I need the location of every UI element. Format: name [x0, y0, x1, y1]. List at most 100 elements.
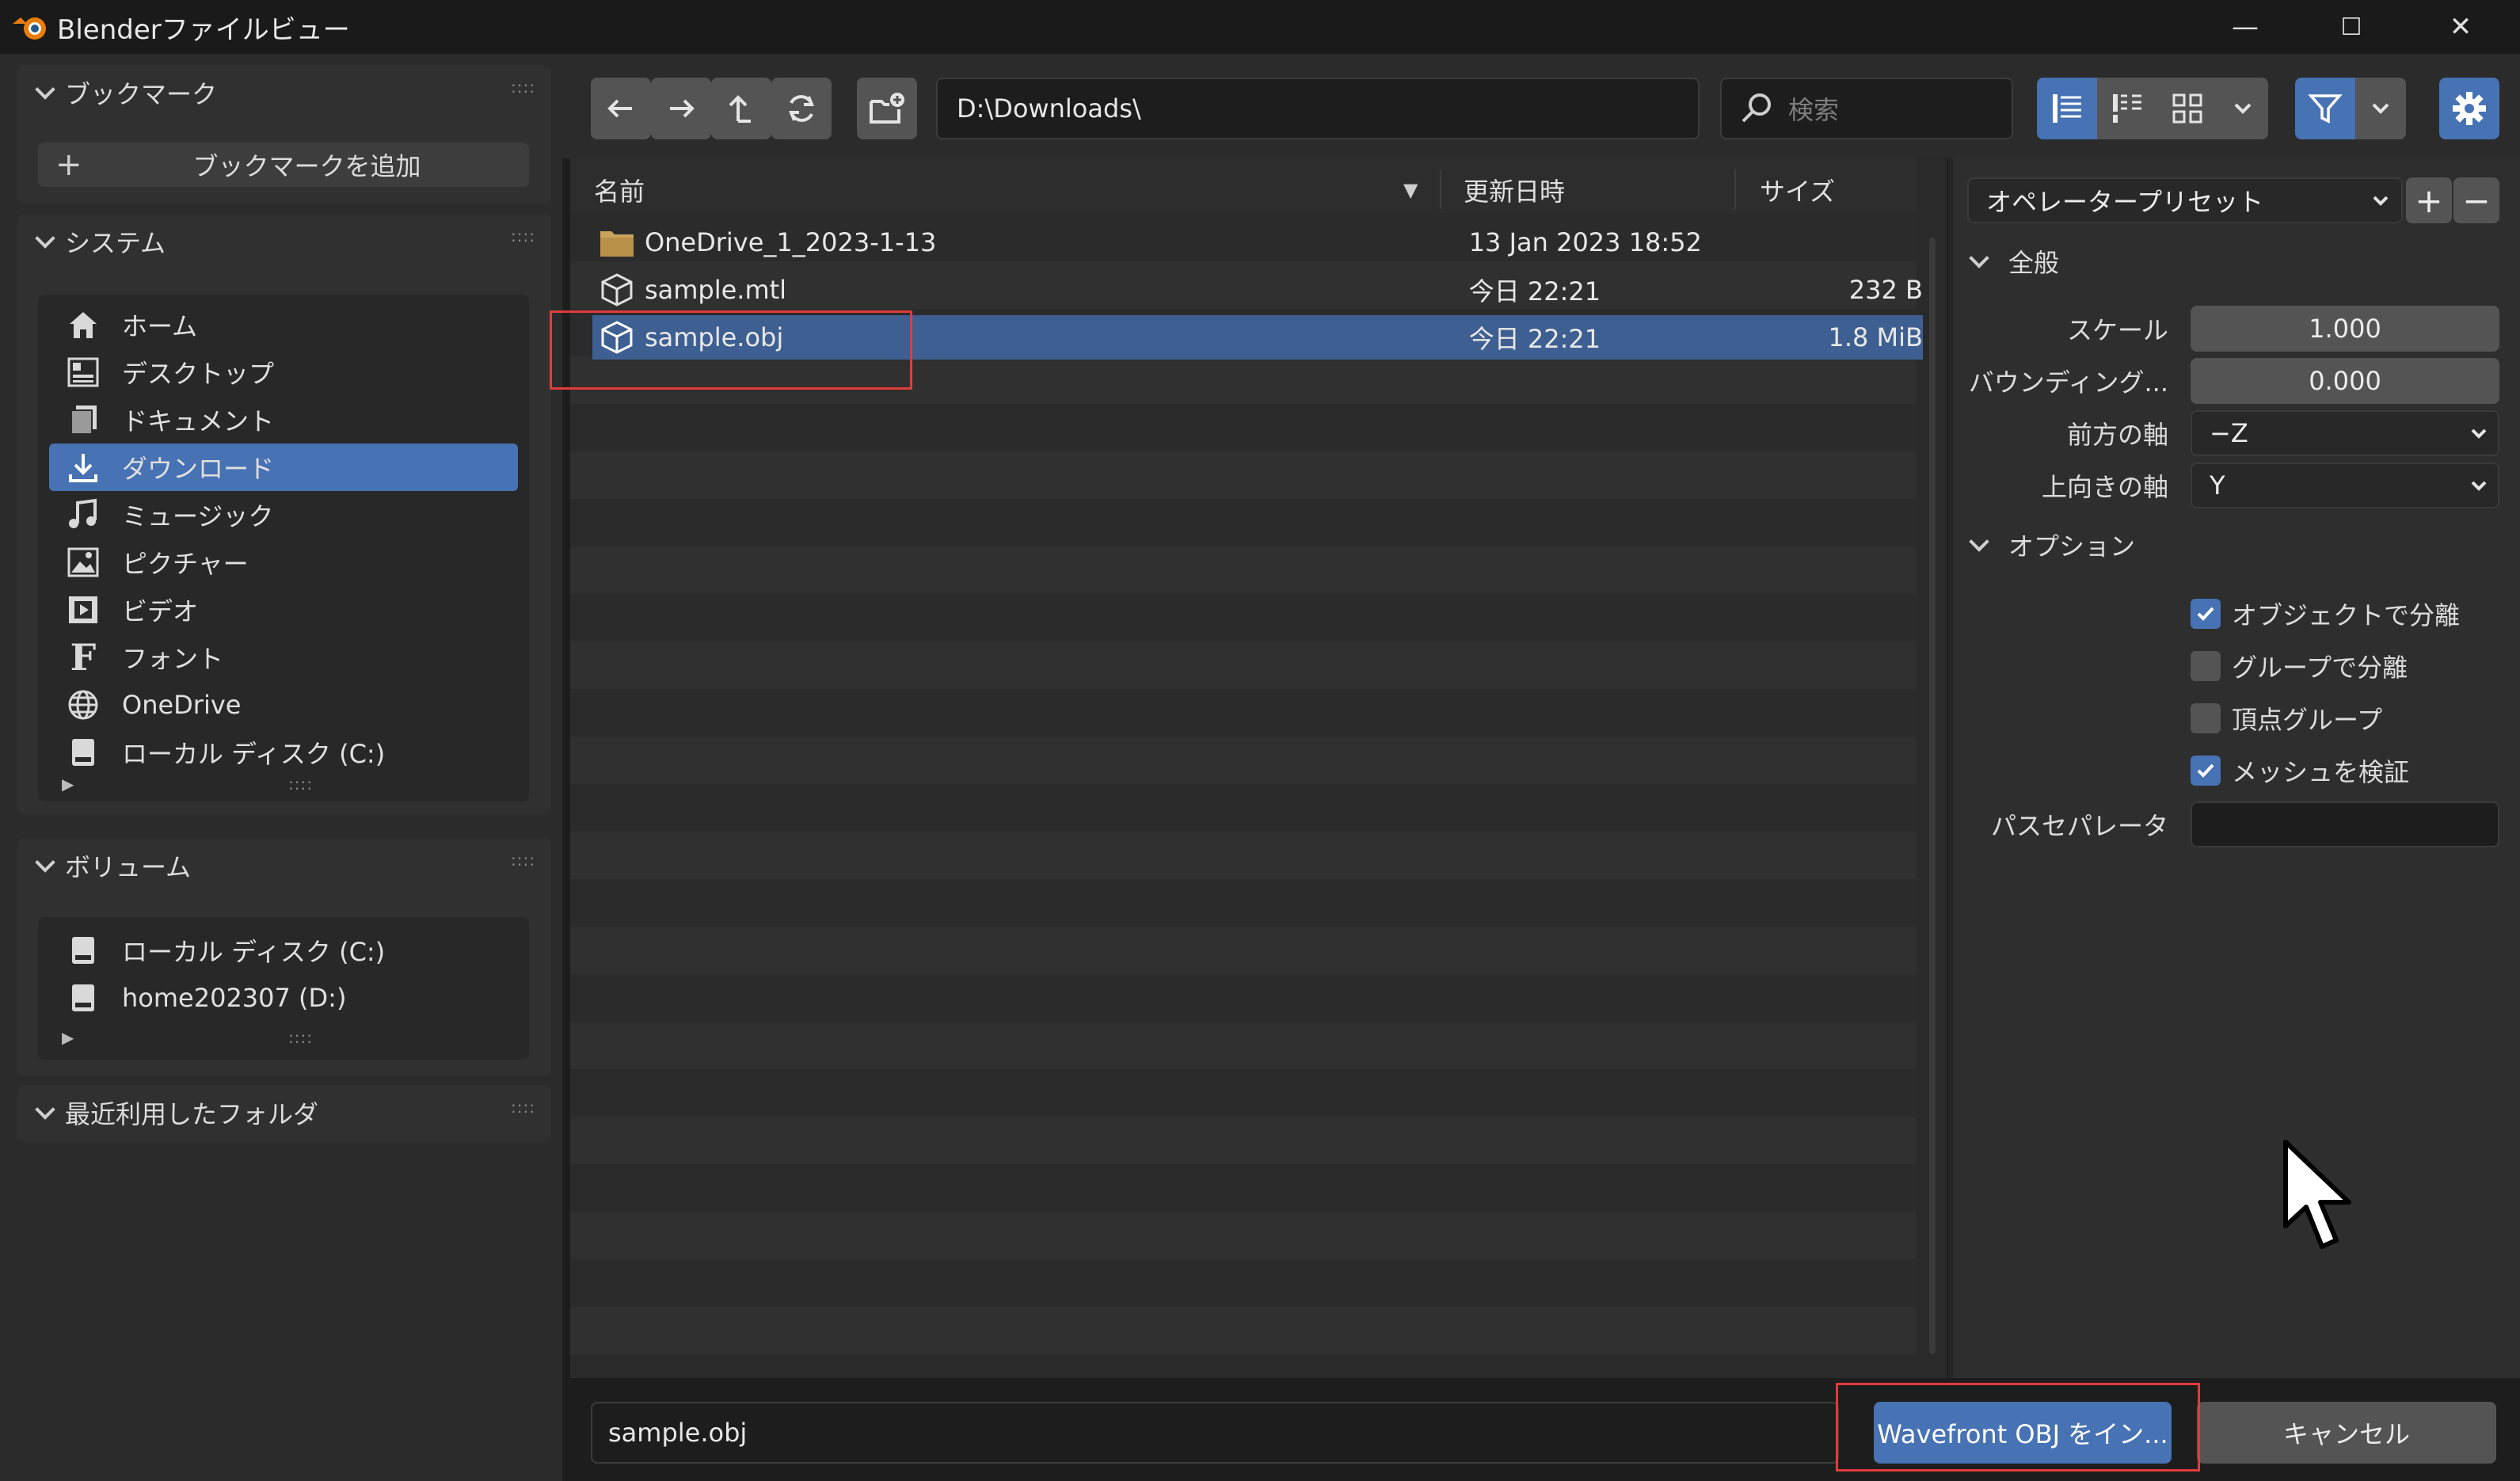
add-bookmark-button[interactable]: + ブックマークを追加: [38, 143, 529, 187]
column-header-size[interactable]: サイズ: [1760, 166, 1835, 214]
resize-grip-icon[interactable]: ::::: [288, 775, 313, 794]
sidebar-item-pictures[interactable]: ピクチャー: [49, 539, 518, 586]
arrow-up-icon: [729, 95, 751, 123]
settings-button[interactable]: [2439, 78, 2499, 139]
close-button[interactable]: ✕: [2417, 0, 2504, 54]
forward-button[interactable]: [651, 78, 711, 139]
file-row-onedrive-folder[interactable]: OneDrive_1_2023-1-13 13 Jan 2023 18:52: [592, 220, 1923, 265]
expand-arrow-icon[interactable]: ▶: [62, 1028, 74, 1047]
volume-item-local-disk-c[interactable]: ローカル ディスク (C:): [49, 927, 518, 974]
file-row-sample-mtl[interactable]: sample.mtl 今日 22:21 232 B: [592, 268, 1923, 312]
refresh-button[interactable]: [771, 78, 832, 139]
general-section-header[interactable]: 全般: [1967, 238, 2059, 285]
new-folder-button[interactable]: [857, 78, 917, 139]
remove-preset-button[interactable]: −: [2453, 177, 2499, 223]
sidebar-item-documents[interactable]: ドキュメント: [49, 396, 518, 444]
maximize-button[interactable]: ☐: [2308, 0, 2395, 54]
chevron-down-icon: [2471, 481, 2487, 491]
column-divider[interactable]: [1734, 169, 1736, 209]
thumbnail-view-button[interactable]: [2157, 78, 2217, 139]
vertex-groups-checkbox[interactable]: 頂点グループ: [2191, 700, 2382, 737]
sort-descending-icon[interactable]: ▼: [1403, 166, 1418, 214]
scale-field[interactable]: 1.000: [2191, 306, 2499, 352]
disk-icon: [65, 932, 101, 969]
scale-label: スケール: [2066, 315, 2168, 345]
expand-arrow-icon[interactable]: ▶: [62, 775, 74, 794]
grip-icon[interactable]: ::::: [511, 227, 535, 246]
sidebar-item-videos[interactable]: ビデオ: [49, 586, 518, 634]
resize-grip-icon[interactable]: ::::: [288, 1028, 313, 1047]
path-field[interactable]: D:\Downloads\: [936, 78, 1700, 139]
refresh-icon: [789, 95, 814, 122]
filter-settings-dropdown[interactable]: [2355, 78, 2406, 139]
volumes-header[interactable]: ボリューム: [17, 838, 551, 893]
vertical-list-view-button[interactable]: [2037, 78, 2097, 139]
chevron-down-icon: [2372, 103, 2389, 114]
volume-item-home-d[interactable]: home202307 (D:): [49, 974, 518, 1022]
forward-axis-dropdown[interactable]: −Z: [2191, 410, 2499, 456]
grip-icon[interactable]: ::::: [511, 1098, 535, 1117]
system-panel: システム :::: ホーム デスクトップ ドキュメント ダウンロード ミュージッ…: [17, 214, 551, 814]
sidebar-item-music[interactable]: ミュージック: [49, 491, 518, 539]
video-icon: [65, 592, 101, 628]
filter-icon: [2308, 94, 2343, 124]
chevron-down-icon: [1967, 249, 1991, 273]
validate-meshes-checkbox[interactable]: メッシュを検証: [2191, 752, 2409, 789]
file-name: OneDrive_1_2023-1-13: [644, 227, 937, 257]
mouse-cursor-icon: [2283, 1140, 2351, 1249]
new-folder-icon: [870, 93, 904, 124]
file-name: sample.mtl: [644, 275, 787, 305]
mesh-file-icon: [601, 273, 633, 306]
chevron-down-icon: [1967, 533, 1991, 557]
bounding-field[interactable]: 0.000: [2191, 358, 2499, 404]
column-header-modified[interactable]: 更新日時: [1464, 166, 1565, 214]
options-section-header[interactable]: オプション: [1967, 521, 2135, 569]
chevron-down-icon: [33, 81, 57, 105]
checkbox-box: [2191, 703, 2221, 733]
column-header-name[interactable]: 名前: [594, 166, 1432, 214]
gear-icon: [2453, 92, 2486, 125]
chevron-down-icon: [2234, 103, 2252, 114]
plus-icon: +: [55, 147, 82, 183]
filename-input[interactable]: sample.obj: [591, 1402, 1839, 1464]
highlight-import-button: [1836, 1383, 2200, 1471]
split-objects-checkbox[interactable]: オブジェクトで分離: [2191, 596, 2460, 632]
split-groups-checkbox[interactable]: グループで分離: [2191, 648, 2408, 684]
parent-directory-button[interactable]: [711, 78, 771, 139]
sidebar-item-local-disk-c[interactable]: ローカル ディスク (C:): [49, 729, 518, 776]
sidebar-item-home[interactable]: ホーム: [49, 301, 518, 348]
documents-icon: [65, 402, 101, 438]
volumes-title: ボリューム: [65, 852, 192, 882]
volumes-list: ローカル ディスク (C:) home202307 (D:) ▶ ::::: [38, 917, 529, 1060]
checkmark-icon: [2191, 756, 2221, 786]
add-preset-button[interactable]: +: [2406, 177, 2452, 223]
operator-preset-dropdown[interactable]: オペレータープリセット: [1967, 177, 2403, 223]
up-axis-dropdown[interactable]: Y: [2191, 463, 2499, 508]
path-separator-input[interactable]: [2191, 801, 2499, 847]
system-header[interactable]: システム: [17, 214, 551, 269]
bookmarks-header[interactable]: ブックマーク: [17, 65, 551, 120]
search-icon: [1742, 93, 1771, 123]
blender-logo-icon: [13, 17, 46, 40]
sidebar-item-desktop[interactable]: デスクトップ: [49, 348, 518, 396]
minimize-button[interactable]: —: [2202, 0, 2289, 54]
sidebar-item-downloads[interactable]: ダウンロード: [49, 444, 518, 491]
system-title: システム: [65, 228, 166, 258]
file-modified: 今日 22:21: [1468, 276, 1601, 306]
font-icon: F: [70, 636, 97, 679]
back-button[interactable]: [591, 78, 651, 139]
recent-header[interactable]: 最近利用したフォルダ: [17, 1085, 551, 1140]
column-divider[interactable]: [1440, 169, 1441, 209]
horizontal-list-view-button[interactable]: [2097, 78, 2157, 139]
grip-icon[interactable]: ::::: [511, 78, 535, 97]
display-settings-dropdown[interactable]: [2217, 78, 2268, 139]
path-separator-label: パスセパレータ: [1990, 811, 2168, 841]
sidebar-item-onedrive[interactable]: OneDrive: [49, 681, 518, 729]
checkbox-box: [2191, 651, 2221, 681]
cancel-button[interactable]: キャンセル: [2197, 1402, 2496, 1464]
sidebar-item-fonts[interactable]: F フォント: [49, 634, 518, 681]
filter-toggle-button[interactable]: [2295, 78, 2355, 139]
grip-icon[interactable]: ::::: [511, 851, 535, 870]
file-list-scrollbar[interactable]: [1929, 238, 1936, 1354]
search-input[interactable]: 検索: [1720, 78, 2013, 139]
